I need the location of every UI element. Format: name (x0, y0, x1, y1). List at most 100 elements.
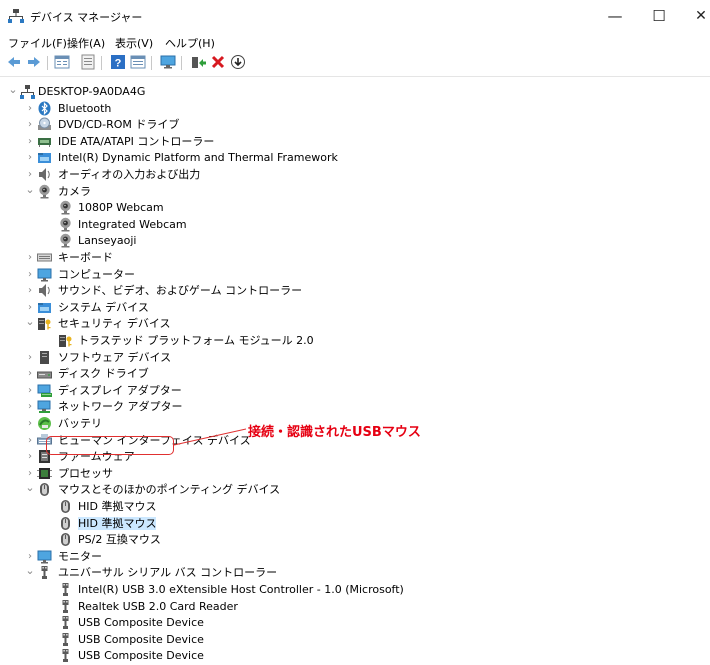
tree-device-item[interactable]: USB Composite Device (0, 631, 480, 648)
tree-category-item[interactable]: › Bluetooth (0, 100, 480, 117)
expand-arrow-icon[interactable]: › (25, 100, 35, 117)
tree-category-item[interactable]: › コンピューター (0, 266, 480, 283)
tree-item-label: USB Composite Device (78, 632, 204, 646)
expand-arrow-icon[interactable]: › (25, 166, 35, 183)
tree-item-label: HID 準拠マウス (78, 500, 157, 513)
uninstall-icon[interactable] (210, 54, 226, 70)
expand-arrow-icon[interactable]: › (25, 266, 35, 283)
tree-category-item[interactable]: ⌄ セキュリティ デバイス (0, 315, 480, 332)
tree-item-label: Intel(R) Dynamic Platform and Thermal Fr… (58, 151, 338, 165)
expand-arrow-icon[interactable]: › (25, 149, 35, 166)
tree-category-item[interactable]: ⌄ ユニバーサル シリアル バス コントローラー (0, 564, 480, 581)
tree-device-item[interactable]: USB Composite Device (0, 614, 480, 631)
expand-arrow-icon[interactable]: › (25, 398, 35, 415)
tree-category-item[interactable]: › IDE ATA/ATAPI コントローラー (0, 133, 480, 150)
usb-icon (41, 566, 48, 580)
expand-arrow-icon[interactable]: › (25, 282, 35, 299)
expand-arrow-icon[interactable]: › (25, 133, 35, 150)
tree-device-item[interactable]: HID 準拠マウス (0, 515, 480, 532)
tree-category-item[interactable]: › ソフトウェア デバイス (0, 349, 480, 366)
collapse-arrow-icon[interactable]: ⌄ (25, 315, 35, 332)
security-key-icon (59, 335, 72, 347)
expand-arrow-icon[interactable]: › (25, 465, 35, 482)
tree-device-item[interactable]: HID 準拠マウス (0, 498, 480, 515)
collapse-arrow-icon[interactable]: ⌄ (8, 83, 18, 100)
tree-root[interactable]: ⌄ DESKTOP-9A0DA4G (0, 83, 480, 100)
menu-view[interactable]: 表示(V) (115, 35, 153, 51)
help-icon[interactable]: ? (110, 54, 126, 70)
collapse-arrow-icon[interactable]: ⌄ (25, 564, 35, 581)
menu-bar: ファイル(F) 操作(A) 表示(V) ヘルプ(H) (0, 32, 710, 52)
expand-arrow-icon[interactable]: › (25, 116, 35, 133)
tree-device-item[interactable]: 1080P Webcam (0, 199, 480, 216)
tree-item-label: 1080P Webcam (78, 201, 164, 215)
tree-device-item[interactable]: USB Composite Device (0, 647, 480, 664)
expand-arrow-icon[interactable]: › (25, 548, 35, 565)
tree-item-label: システム デバイス (58, 300, 149, 314)
expand-arrow-icon[interactable]: › (25, 415, 35, 432)
expand-arrow-icon[interactable]: › (25, 299, 35, 316)
tree-category-item[interactable]: › ディスク ドライブ (0, 365, 480, 382)
collapse-arrow-icon[interactable]: ⌄ (25, 183, 35, 200)
tree-device-item[interactable]: トラステッド プラットフォーム モジュール 2.0 (0, 332, 480, 349)
expand-arrow-icon[interactable]: › (25, 448, 35, 465)
tree-category-item[interactable]: ⌄ マウスとそのほかのポインティング デバイス (0, 481, 480, 498)
system-folder-icon (38, 302, 51, 313)
tree-item-label: セキュリティ デバイス (58, 317, 171, 331)
device-tree[interactable]: ⌄ DESKTOP-9A0DA4G › Bluetooth › DVD/CD-ROM ドラ… (0, 76, 710, 665)
tree-item-label: カメラ (58, 184, 91, 198)
expand-arrow-icon[interactable]: › (25, 249, 35, 266)
tree-category-item[interactable]: ⌄ カメラ (0, 183, 480, 200)
tree-category-item[interactable]: › ディスプレイ アダプター (0, 382, 480, 399)
monitor-icon (37, 550, 52, 564)
update-driver-icon[interactable] (190, 54, 206, 70)
toolbar-separator (101, 56, 102, 70)
tree-item-label: Bluetooth (58, 101, 112, 115)
tree-category-item[interactable]: › キーボード (0, 249, 480, 266)
menu-file[interactable]: ファイル(F) (8, 35, 67, 51)
properties-icon[interactable] (54, 54, 70, 70)
usb-icon (62, 649, 69, 663)
tree-category-item[interactable]: › システム デバイス (0, 299, 480, 316)
resources-icon[interactable] (130, 54, 146, 70)
forward-icon[interactable] (26, 54, 42, 70)
toolbar-separator (47, 56, 48, 70)
tree-device-item[interactable]: Integrated Webcam (0, 216, 480, 233)
tree-device-item[interactable]: Intel(R) USB 3.0 eXtensible Host Control… (0, 581, 480, 598)
tree-category-item[interactable]: › サウンド、ビデオ、およびゲーム コントローラー (0, 282, 480, 299)
tree-category-item[interactable]: › オーディオの入力および出力 (0, 166, 480, 183)
monitor-icon[interactable] (160, 54, 176, 70)
tree-item-label: プロセッサ (58, 466, 113, 480)
tree-category-item[interactable]: › DVD/CD-ROM ドライブ (0, 116, 480, 133)
tree-device-item[interactable]: Realtek USB 2.0 Card Reader (0, 598, 480, 615)
webcam-icon (60, 217, 71, 232)
collapse-arrow-icon[interactable]: ⌄ (25, 481, 35, 498)
enable-device-icon[interactable] (230, 54, 246, 70)
expand-arrow-icon[interactable]: › (25, 349, 35, 366)
tree-item-label: オーディオの入力および出力 (58, 168, 201, 181)
tree-item-label: PS/2 互換マウス (78, 533, 161, 547)
tree-device-item[interactable]: Lanseyaoji (0, 232, 480, 249)
tree-item-label: ディスプレイ アダプター (58, 383, 182, 397)
webcam-icon (60, 234, 71, 248)
minimize-button[interactable]: — (600, 6, 630, 26)
svg-text:?: ? (115, 58, 122, 70)
computer-icon (20, 85, 35, 99)
tree-category-item[interactable]: › モニター (0, 548, 480, 565)
expand-arrow-icon[interactable]: › (25, 365, 35, 382)
maximize-button[interactable]: ☐ (644, 6, 674, 26)
back-icon[interactable] (6, 54, 22, 70)
menu-help[interactable]: ヘルプ(H) (165, 35, 215, 51)
menu-action[interactable]: 操作(A) (67, 35, 105, 51)
tree-category-item[interactable]: › ネットワーク アダプター (0, 398, 480, 415)
mouse-icon (61, 500, 70, 513)
expand-arrow-icon[interactable]: › (25, 432, 35, 449)
tree-device-item[interactable]: PS/2 互換マウス (0, 531, 480, 548)
list-view-icon[interactable] (80, 54, 96, 70)
close-button[interactable]: ✕ (686, 6, 710, 26)
tree-category-item[interactable]: › Intel(R) Dynamic Platform and Thermal F… (0, 149, 480, 166)
tree-category-item[interactable]: › プロセッサ (0, 465, 480, 482)
usb-icon (62, 583, 69, 596)
ide-controller-icon (38, 137, 51, 147)
expand-arrow-icon[interactable]: › (25, 382, 35, 399)
